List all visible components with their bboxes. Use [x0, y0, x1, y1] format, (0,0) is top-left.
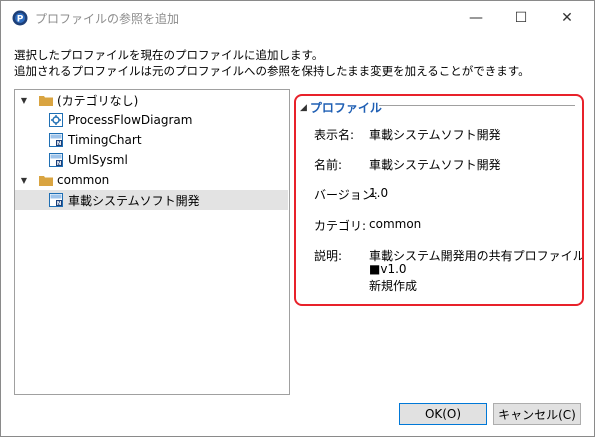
tree-group-label: common [57, 173, 110, 187]
add-profile-reference-dialog: P プロファイルの参照を追加 — ☐ ✕ 選択したプロファイルを現在のプロファイ… [0, 0, 595, 437]
tree-item-label: ProcessFlowDiagram [68, 113, 193, 127]
tree-item-label: TimingChart [68, 133, 142, 147]
folder-icon [39, 95, 53, 106]
svg-text:N: N [57, 141, 62, 147]
description-line-2: 追加されるプロファイルは元のプロファイルへの参照を保持したまま変更を加えることが… [14, 64, 530, 78]
profile-tree[interactable]: ▼ (カテゴリなし) ProcessFlowDiagram N TimingCh… [14, 89, 290, 395]
folder-icon [39, 175, 53, 186]
title-bar: P プロファイルの参照を追加 — ☐ ✕ [1, 1, 594, 35]
tree-group-uncategorized[interactable]: ▼ (カテゴリなし) [15, 90, 288, 110]
profile-package-icon: N [49, 193, 63, 207]
minimize-button[interactable]: — [454, 3, 498, 33]
close-icon: ✕ [561, 10, 573, 26]
tree-item-label: 車載システムソフト開発 [68, 193, 200, 208]
svg-text:N: N [57, 201, 62, 207]
diagram-profile-icon [49, 113, 63, 127]
expand-down-icon[interactable]: ▼ [19, 175, 29, 185]
ok-button[interactable]: OK(O) [399, 403, 487, 425]
maximize-button[interactable]: ☐ [499, 3, 543, 33]
cancel-button[interactable]: キャンセル(C) [493, 403, 581, 425]
app-logo-icon: P [12, 10, 28, 26]
svg-text:P: P [17, 15, 24, 25]
profile-package-icon: N [49, 133, 63, 147]
svg-text:N: N [57, 161, 62, 167]
tree-group-label: (カテゴリなし) [57, 93, 139, 108]
close-button[interactable]: ✕ [545, 3, 589, 33]
tree-item[interactable]: N UmlSysml [15, 150, 288, 170]
tree-group-common[interactable]: ▼ common [15, 170, 288, 190]
tree-item[interactable]: ProcessFlowDiagram [15, 110, 288, 130]
tree-item-label: UmlSysml [68, 153, 128, 167]
tree-item-selected[interactable]: N 車載システムソフト開発 [15, 190, 288, 210]
expand-down-icon[interactable]: ▼ [19, 95, 29, 105]
highlight-box [294, 94, 584, 306]
minimize-icon: — [469, 10, 483, 26]
tree-item[interactable]: N TimingChart [15, 130, 288, 150]
profile-package-icon: N [49, 153, 63, 167]
maximize-icon: ☐ [514, 10, 528, 26]
description-line-1: 選択したプロファイルを現在のプロファイルに追加します。 [14, 48, 324, 62]
window-title: プロファイルの参照を追加 [35, 12, 180, 26]
